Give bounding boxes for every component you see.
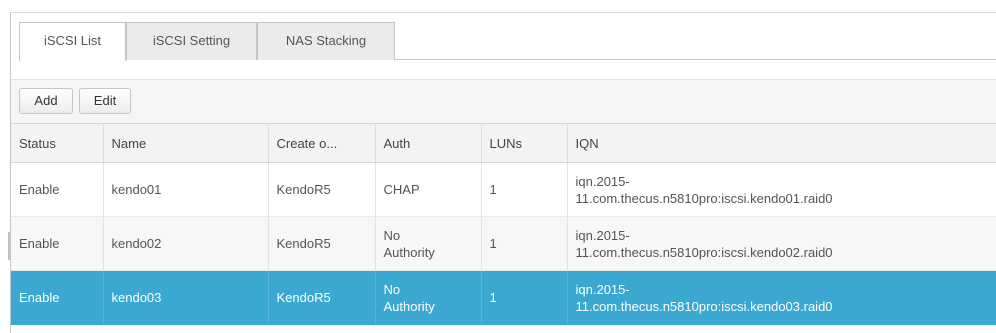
- cell-luns: 1: [481, 216, 568, 271]
- toolbar: Add Edit: [11, 79, 996, 124]
- cell-auth: CHAP: [375, 162, 482, 217]
- iscsi-target-table: Status Name Create o... Auth LUNs IQN En…: [11, 123, 996, 325]
- table-header-row: Status Name Create o... Auth LUNs IQN: [11, 123, 996, 163]
- cell-status: Enable: [11, 270, 104, 325]
- cell-luns: 1: [481, 270, 568, 325]
- cell-status: Enable: [11, 162, 104, 217]
- cell-status: Enable: [11, 216, 104, 271]
- cell-iqn: iqn.2015- 11.com.thecus.n5810pro:iscsi.ke…: [567, 162, 996, 217]
- tab-iscsi-setting[interactable]: iSCSI Setting: [126, 22, 257, 60]
- column-header-create-on[interactable]: Create o...: [268, 123, 376, 163]
- cell-name: kendo03: [103, 270, 269, 325]
- cell-iqn: iqn.2015- 11.com.thecus.n5810pro:iscsi.ke…: [567, 270, 996, 325]
- cell-name: kendo01: [103, 162, 269, 217]
- cell-name: kendo02: [103, 216, 269, 271]
- cell-create-on: KendoR5: [268, 162, 376, 217]
- cell-create-on: KendoR5: [268, 270, 376, 325]
- tab-strip: iSCSI List iSCSI Setting NAS Stacking: [19, 22, 996, 61]
- column-header-luns[interactable]: LUNs: [481, 123, 568, 163]
- cell-create-on: KendoR5: [268, 216, 376, 271]
- cell-luns: 1: [481, 162, 568, 217]
- iscsi-panel: iSCSI List iSCSI Setting NAS Stacking Ad…: [10, 12, 996, 333]
- table-row[interactable]: Enable kendo02 KendoR5 No Authority 1 iqn…: [11, 216, 996, 271]
- edit-button[interactable]: Edit: [79, 88, 131, 114]
- tab-iscsi-list[interactable]: iSCSI List: [19, 22, 126, 61]
- tab-nas-stacking[interactable]: NAS Stacking: [257, 22, 395, 60]
- table-row[interactable]: Enable kendo01 KendoR5 CHAP 1 iqn.2015- 1…: [11, 162, 996, 217]
- cell-auth: No Authority: [375, 216, 482, 271]
- table-row-selected[interactable]: Enable kendo03 KendoR5 No Authority 1 iqn…: [11, 270, 996, 325]
- cell-auth: No Authority: [375, 270, 482, 325]
- column-header-auth[interactable]: Auth: [375, 123, 482, 163]
- column-header-name[interactable]: Name: [103, 123, 269, 163]
- column-header-status[interactable]: Status: [11, 123, 104, 163]
- add-button[interactable]: Add: [19, 88, 73, 114]
- cell-iqn: iqn.2015- 11.com.thecus.n5810pro:iscsi.ke…: [567, 216, 996, 271]
- column-header-iqn[interactable]: IQN: [567, 123, 996, 163]
